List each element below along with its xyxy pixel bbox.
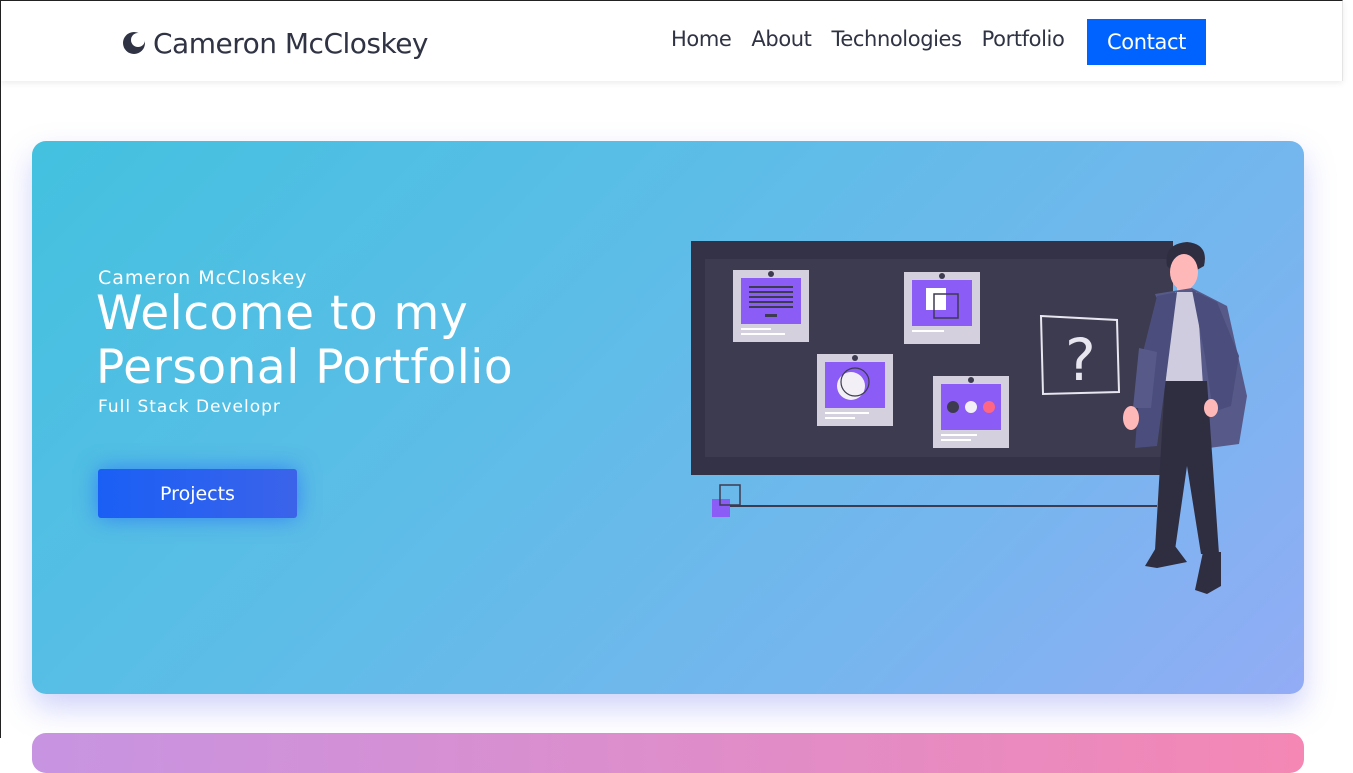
- hero-section: Cameron McCloskey Welcome to my Personal…: [32, 141, 1304, 694]
- next-section-card: [32, 733, 1304, 773]
- nav-about[interactable]: About: [751, 27, 811, 51]
- crescent-logo-icon: [123, 32, 145, 54]
- headline-line-1: Welcome to my: [96, 286, 469, 341]
- nav-links: Home About Technologies Portfolio: [671, 27, 1084, 51]
- headline-line-2: Personal Portfolio: [96, 340, 514, 395]
- brand[interactable]: Cameron McCloskey: [121, 25, 429, 61]
- nav-technologies[interactable]: Technologies: [832, 27, 963, 51]
- hero-role: Full Stack Developr: [98, 397, 281, 417]
- contact-button[interactable]: Contact: [1087, 19, 1206, 65]
- nav-home[interactable]: Home: [671, 27, 732, 51]
- brand-name: Cameron McCloskey: [153, 26, 429, 60]
- svg-text:?: ?: [1065, 326, 1096, 394]
- hero-headline: Welcome to my Personal Portfolio: [96, 287, 513, 395]
- nav-portfolio[interactable]: Portfolio: [982, 27, 1065, 51]
- projects-button[interactable]: Projects: [98, 469, 297, 518]
- navbar: Cameron McCloskey Home About Technologie…: [1, 0, 1343, 81]
- person-at-board-illustration: ?: [691, 241, 1247, 594]
